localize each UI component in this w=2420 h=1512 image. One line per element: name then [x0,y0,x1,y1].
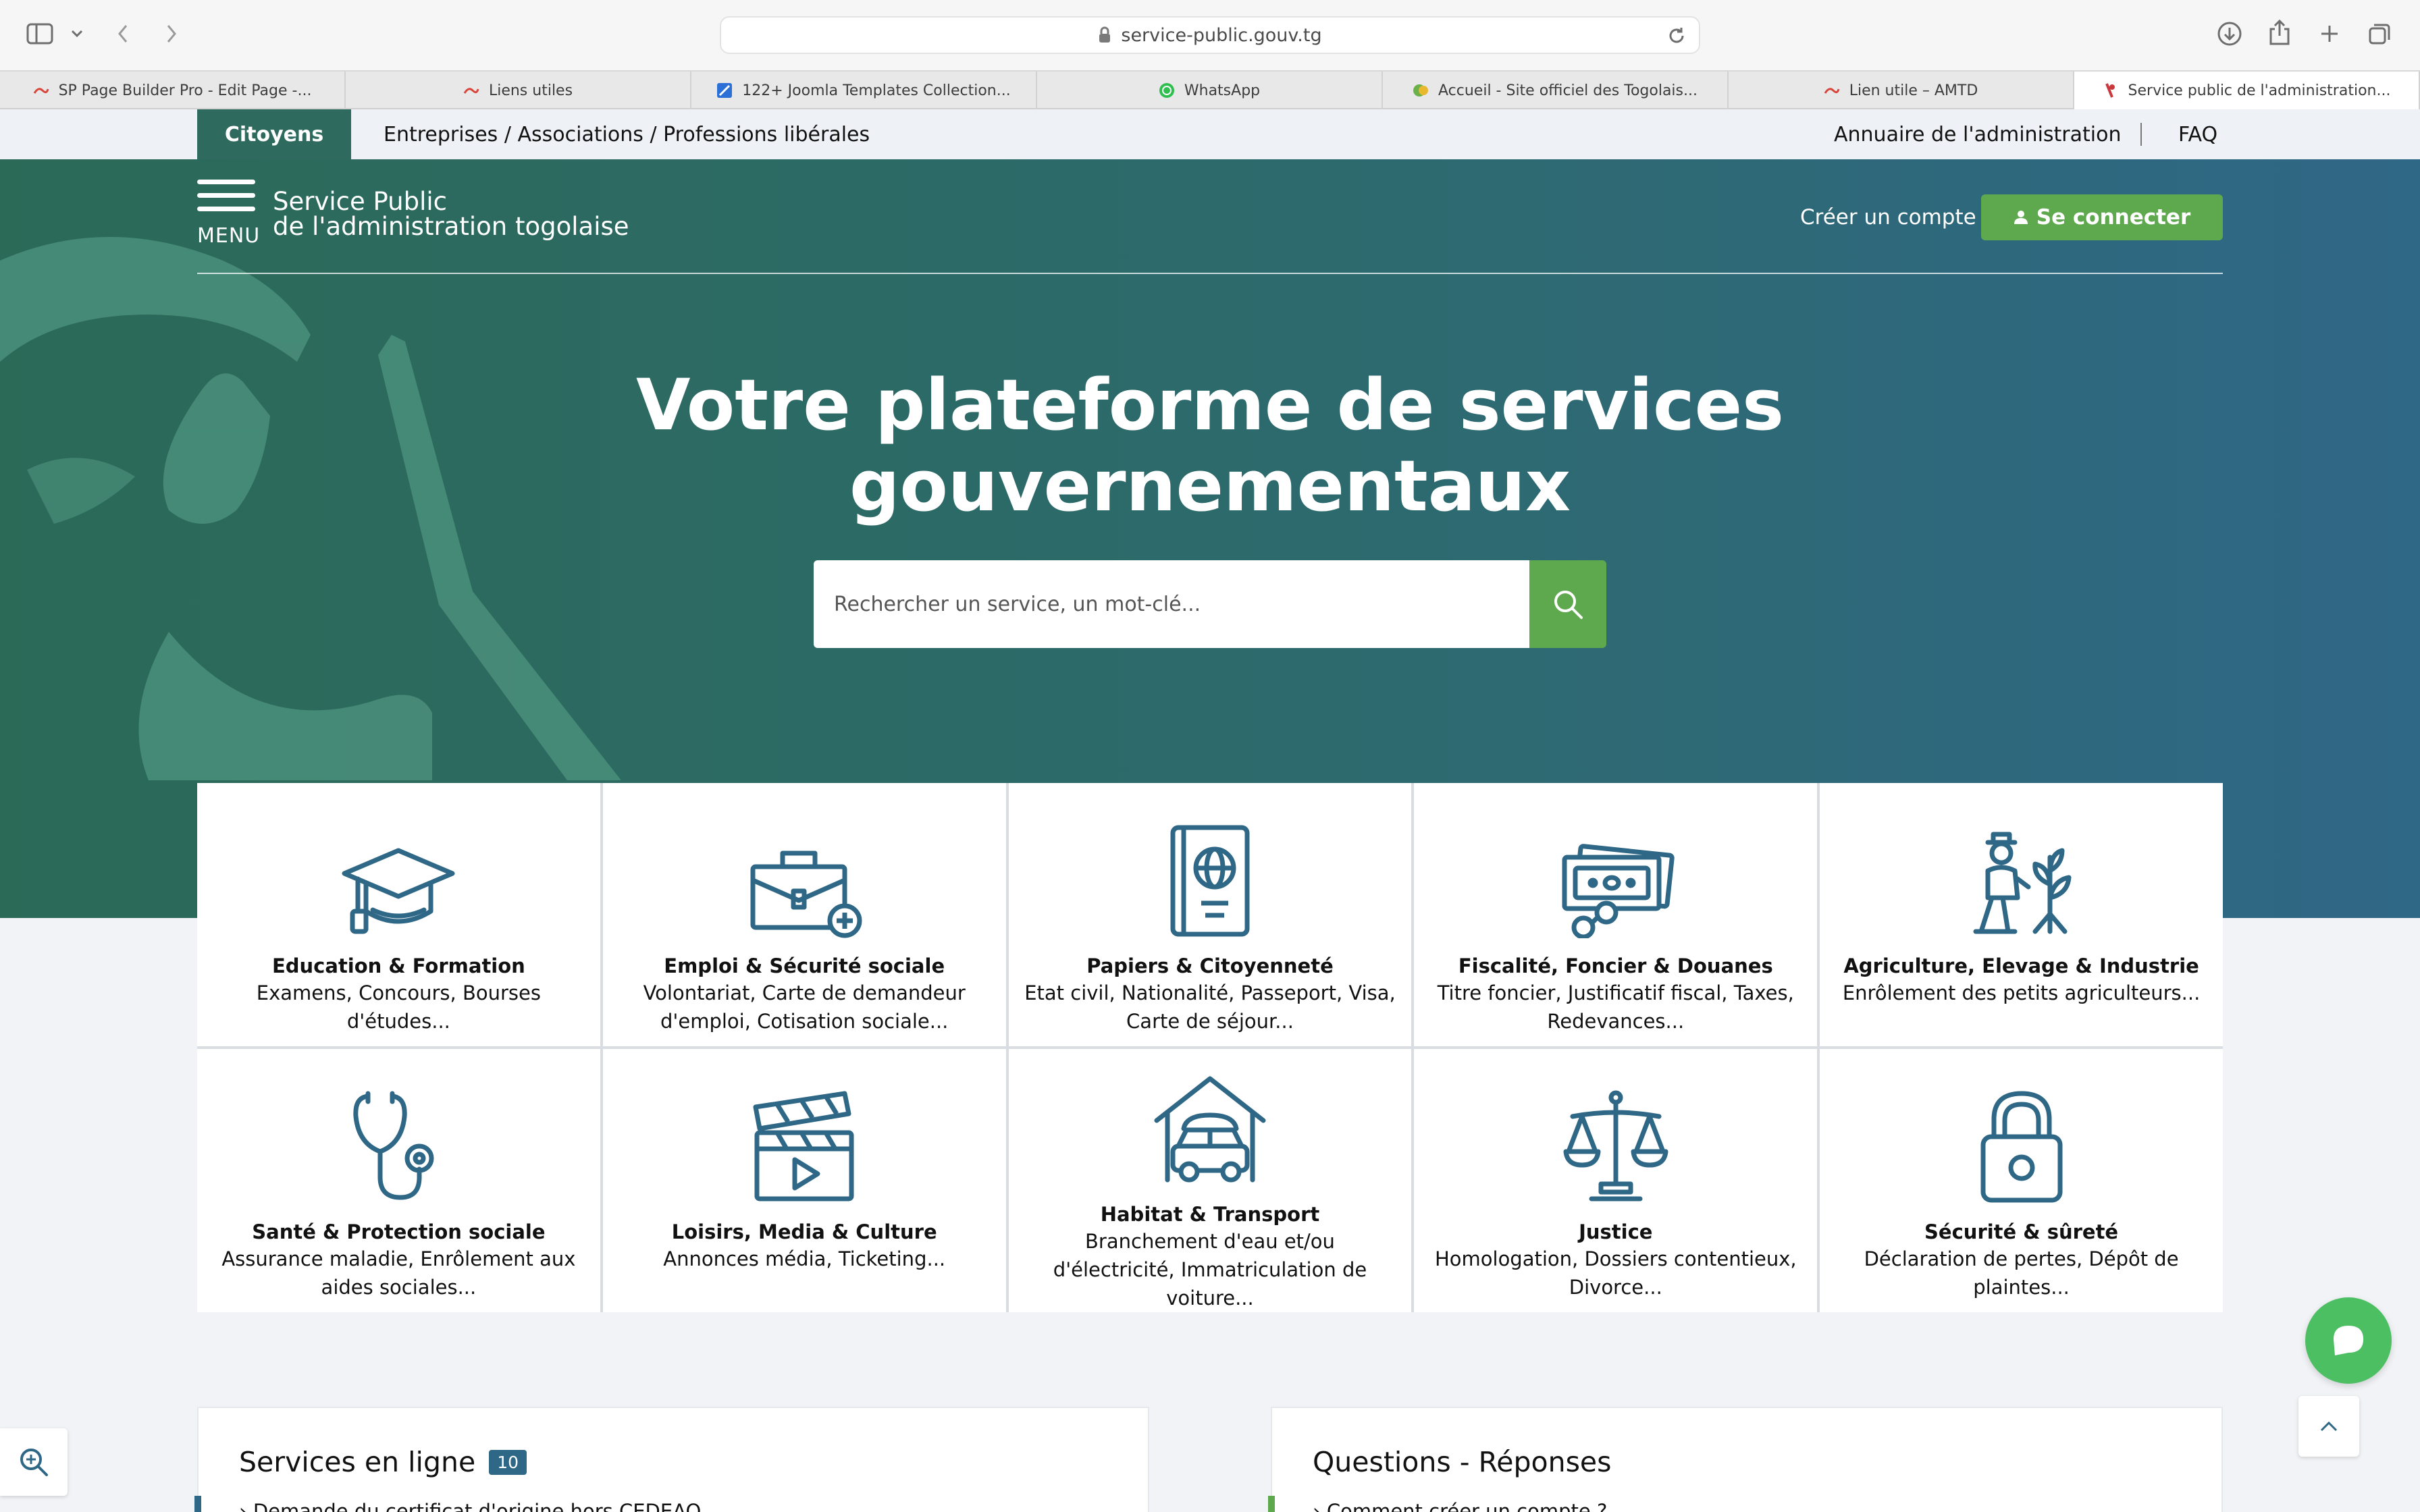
search-icon [1554,591,1583,619]
passport-icon [1170,825,1250,937]
annuaire-link[interactable]: Annuaire de l'administration [1834,109,2121,159]
services-count-badge: 10 [489,1449,527,1475]
lock-icon [1099,26,1111,43]
category-card-sante[interactable]: Santé & Protection sociale Assurance mal… [197,1049,600,1312]
qa-title: Questions - Réponses [1313,1446,1612,1478]
templates-favicon-icon [716,82,733,99]
services-title: Services en ligne [239,1446,476,1478]
category-card-securite[interactable]: Sécurité & sûreté Déclaration de pertes,… [1820,1049,2223,1312]
new-tab-icon[interactable] [2316,20,2343,47]
category-card-agriculture[interactable]: Agriculture, Elevage & Industrie Enrôlem… [1820,783,2223,1046]
stethoscope-icon [353,1091,434,1200]
chevron-up-icon [2320,1421,2338,1432]
browser-toolbar: service-public.gouv.tg [0,0,2420,70]
search-button[interactable] [1529,560,1606,648]
category-card-habitat[interactable]: Habitat & Transport Branchement d'eau et… [1008,1049,1412,1312]
back-icon[interactable] [109,20,136,47]
share-icon[interactable] [2265,16,2294,49]
tab-strip: SP Page Builder Pro - Edit Page -... Lie… [0,70,2420,109]
service-list-item[interactable]: › Demande du certificat d'origine hors C… [239,1500,701,1512]
browser-tab-active[interactable]: Service public de l'administration... [2074,72,2420,109]
brand-line1: Service Public [273,187,448,216]
scales-icon [1563,1090,1668,1202]
user-icon [2014,211,2028,224]
header-divider [197,273,2223,274]
reload-icon[interactable] [1666,26,1687,49]
services-panel: Services en ligne 10 › Demande du certif… [194,1407,1149,1512]
browser-tab[interactable]: Liens utiles [346,72,691,109]
category-grid: Education & Formation Examens, Concours,… [197,783,2223,1312]
briefcase-plus-icon [750,850,862,938]
site-favicon-icon [2103,82,2119,99]
brand-line2: de l'administration togolaise [273,212,629,241]
category-card-loisirs[interactable]: Loisirs, Media & Culture Annonces média,… [602,1049,1006,1312]
tab-citoyens[interactable]: Citoyens [197,109,351,159]
top-navigation: Citoyens Entreprises / Associations / Pr… [0,109,2420,159]
category-card-papiers[interactable]: Papiers & Citoyenneté Etat civil, Nation… [1008,783,1412,1046]
lion-watermark-icon [0,237,621,780]
browser-tab[interactable]: Lien utile – AMTD [1729,72,2074,109]
forward-icon[interactable] [158,20,185,47]
hero-title: Votre plateforme de services gouvernemen… [635,364,1785,527]
category-card-education[interactable]: Education & Formation Examens, Concours,… [197,783,600,1046]
tab-overview-icon[interactable] [2366,20,2393,47]
graduation-cap-icon [342,848,455,934]
site-logo-text[interactable]: Service Public de l'administration togol… [273,189,629,239]
farmer-plant-icon [1973,832,2072,934]
browser-tab[interactable]: WhatsApp [1037,72,1383,109]
money-bills-icon [1562,844,1675,938]
browser-tab[interactable]: SP Page Builder Pro - Edit Page -... [0,72,346,109]
house-car-icon [1154,1076,1266,1183]
qa-list-item[interactable]: › Comment créer un compte ? [1313,1500,1607,1512]
browser-tab[interactable]: Accueil - Site officiel des Togolais... [1383,72,1729,109]
menu-button[interactable]: MENU [197,180,259,248]
create-account-link[interactable]: Créer un compte [1800,196,1976,239]
joomla-favicon-icon [33,82,49,99]
joomla-favicon-icon [1824,82,1840,99]
services-accent-bar [194,1496,201,1512]
search-field[interactable] [814,560,1529,648]
whatsapp-icon [1159,82,1175,99]
category-card-emploi[interactable]: Emploi & Sécurité sociale Volontariat, C… [602,783,1006,1046]
url-text: service-public.gouv.tg [1121,24,1322,46]
chevron-down-icon[interactable] [68,24,86,43]
accessibility-zoom-button[interactable] [0,1428,68,1496]
qa-panel: Questions - Réponses › Comment créer un … [1268,1407,2223,1512]
chat-bubble-icon [2334,1326,2363,1355]
login-button[interactable]: Se connecter [1981,194,2223,240]
padlock-icon [1980,1091,2063,1203]
download-icon[interactable] [2215,19,2244,49]
togo-favicon-icon [1413,82,1429,99]
category-card-justice[interactable]: Justice Homologation, Dossiers contentie… [1414,1049,1818,1312]
chat-button[interactable] [2305,1297,2392,1384]
address-bar[interactable]: service-public.gouv.tg [720,16,1700,54]
faq-link[interactable]: FAQ [2178,109,2217,159]
zoom-in-icon [20,1449,48,1476]
qa-accent-bar [1268,1496,1275,1512]
search-input[interactable] [834,592,1529,616]
tab-entreprises[interactable]: Entreprises / Associations / Professions… [384,109,870,159]
joomla-favicon-icon [463,82,479,99]
browser-tab[interactable]: 122+ Joomla Templates Collection... [691,72,1037,109]
sidebar-toggle-icon[interactable] [24,20,55,47]
scroll-to-top-button[interactable] [2298,1396,2359,1457]
clapperboard-icon [753,1091,854,1202]
nav-divider [2140,123,2142,146]
login-label: Se connecter [2036,205,2191,230]
menu-label: MENU [197,224,261,248]
category-card-fiscalite[interactable]: Fiscalité, Foncier & Douanes Titre fonci… [1414,783,1818,1046]
